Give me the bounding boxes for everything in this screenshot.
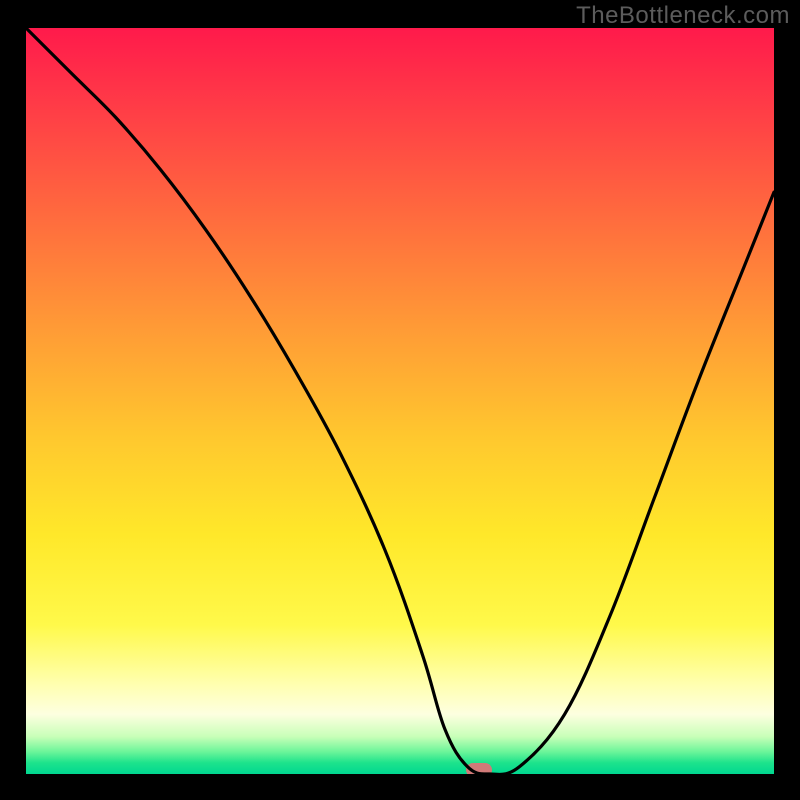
watermark-text: TheBottleneck.com	[576, 2, 790, 30]
bottleneck-curve	[26, 28, 774, 774]
plot-area	[26, 28, 774, 774]
chart-frame: TheBottleneck.com	[0, 0, 800, 800]
